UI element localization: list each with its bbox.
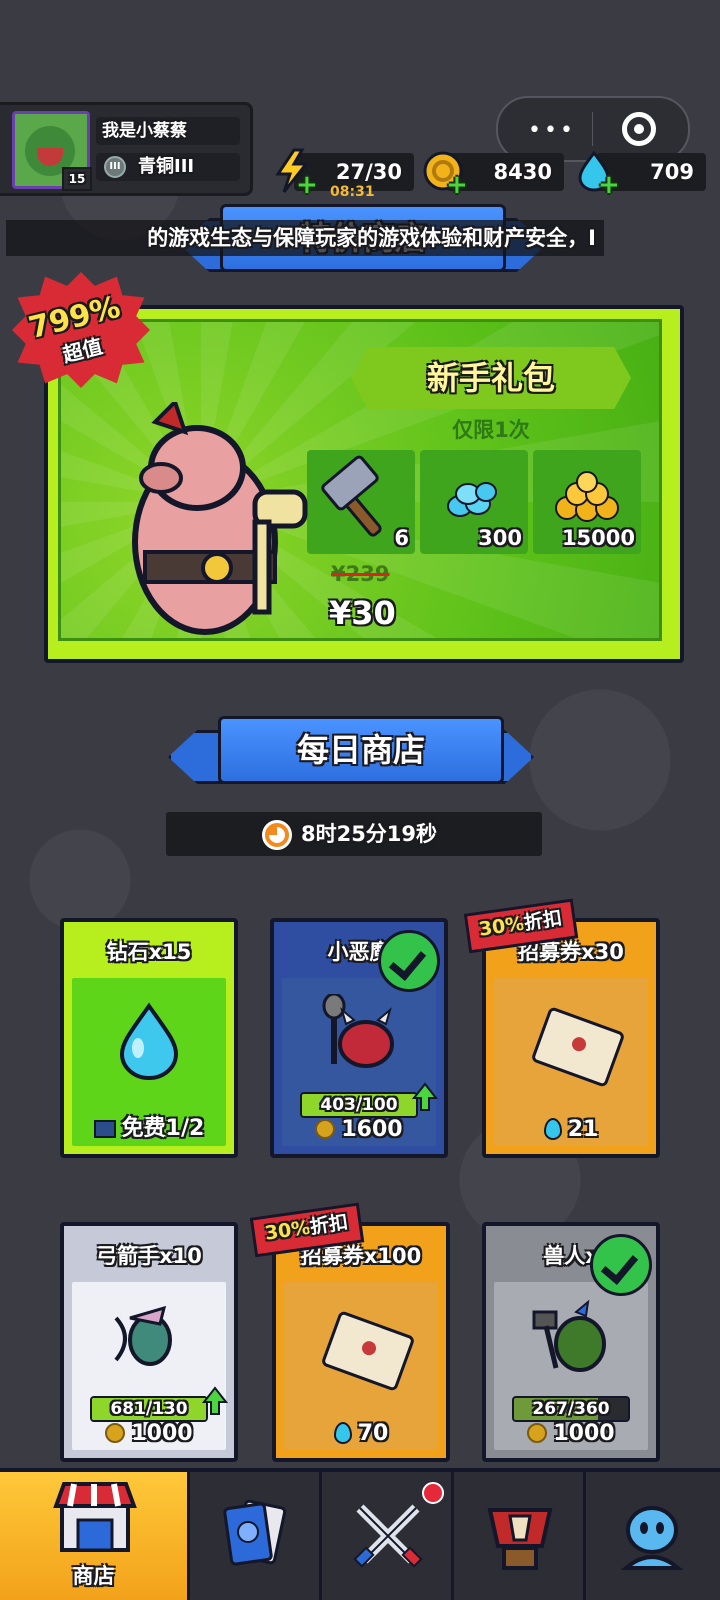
gems-value: 709	[650, 160, 694, 184]
owned-check-icon	[378, 930, 440, 992]
gem-icon	[119, 1002, 179, 1080]
discount-word: 折扣	[522, 907, 564, 935]
card-price[interactable]: 免费1/2	[64, 1110, 234, 1142]
shop-icon	[53, 1482, 137, 1552]
card-price[interactable]: 1000	[486, 1421, 656, 1446]
discount-percent: 30%	[477, 912, 526, 941]
card-title: 弓箭手x10	[96, 1244, 202, 1268]
pack-item-qty: 6	[394, 526, 409, 550]
cards-icon	[223, 1499, 287, 1566]
player-name: 我是小蔡蔡	[96, 117, 240, 145]
shop-card-archer[interactable]: 弓箭手x10 681/130 1000	[60, 1222, 238, 1462]
hero-progress-bar: 403/100	[300, 1092, 418, 1118]
more-menu-icon[interactable]: •••	[528, 118, 576, 143]
tab-social[interactable]	[586, 1472, 720, 1600]
gold-plus-icon[interactable]: +	[446, 170, 468, 200]
daily-shop-title: 每日商店	[218, 716, 504, 784]
tab-shop[interactable]: 商店	[0, 1472, 190, 1600]
pack-item-qty: 15000	[561, 526, 635, 550]
discount-percent: 30%	[263, 1216, 312, 1245]
social-icon	[620, 1506, 684, 1570]
daily-refresh-timer: 8时25分19秒	[166, 812, 542, 856]
coin-icon	[105, 1423, 126, 1443]
card-price[interactable]: 70	[276, 1421, 446, 1446]
energy-timer: 08:31	[330, 184, 375, 200]
gem-icon	[333, 1422, 352, 1444]
player-rank: III 青铜III	[96, 153, 240, 181]
owned-check-icon	[590, 1234, 652, 1296]
gold-value: 8430	[493, 160, 552, 184]
coin-icon	[315, 1119, 336, 1139]
player-rank-label: 青铜III	[138, 156, 195, 177]
shop-card-recruit-100[interactable]: 招募券x100 70	[272, 1222, 450, 1462]
bottom-nav: 商店	[0, 1468, 720, 1600]
announcement-marquee: 的游戏生态与保障玩家的游戏体验和财产安全，I	[6, 220, 604, 256]
card-price-label: 70	[357, 1421, 389, 1446]
player-profile[interactable]: 15 我是小蔡蔡 III 青铜III	[0, 102, 253, 196]
tab-cards[interactable]	[190, 1472, 322, 1600]
player-level: 15	[62, 167, 92, 191]
shop-card-imp[interactable]: 小恶魔 403/100 1600	[270, 918, 448, 1158]
card-price[interactable]: 1000	[64, 1421, 234, 1446]
pack-item-gold: 15000	[533, 450, 641, 554]
upgrade-arrow-icon	[202, 1386, 228, 1415]
hero-progress-bar: 267/360	[512, 1396, 630, 1422]
progress-text: 267/360	[532, 1399, 610, 1419]
coin-icon	[527, 1423, 548, 1443]
announcement-text: 的游戏生态与保障玩家的游戏体验和财产安全，I	[147, 226, 596, 250]
battle-swords-icon	[353, 1504, 423, 1568]
archer-hero-icon	[114, 1305, 172, 1366]
daily-shop-header: 每日商店	[168, 716, 548, 788]
tab-battle[interactable]	[322, 1472, 454, 1600]
shop-card-diamonds[interactable]: 钻石x15 免费1/2	[60, 918, 238, 1158]
pig-warrior-hero-icon	[132, 402, 308, 635]
video-icon	[93, 1120, 116, 1138]
shop-card-orc[interactable]: 兽人x 267/360 1000	[482, 1222, 660, 1462]
progress-text: 681/130	[110, 1399, 188, 1419]
energy-plus-icon[interactable]: +	[296, 170, 318, 200]
tab-trophy[interactable]	[454, 1472, 586, 1600]
starter-pack-limit: 仅限1次	[452, 418, 530, 442]
card-price-label: 1600	[341, 1117, 403, 1142]
trophy-icon	[487, 1508, 553, 1570]
pack-price: ¥30	[329, 594, 396, 632]
close-target-icon[interactable]	[622, 112, 656, 146]
clock-icon	[262, 820, 292, 850]
refresh-timer-text: 8时25分19秒	[300, 822, 438, 846]
notification-dot	[422, 1482, 444, 1504]
card-price-label: 1000	[131, 1421, 193, 1446]
gems-plus-icon[interactable]: +	[598, 170, 620, 200]
shop-card-recruit-30[interactable]: 招募券x30 21	[482, 918, 660, 1158]
card-title: 钻石x15	[106, 940, 192, 964]
progress-text: 403/100	[320, 1095, 398, 1115]
shield-icon: III	[104, 156, 126, 178]
discount-word: 折扣	[308, 1211, 350, 1239]
imp-hero-icon	[322, 994, 394, 1068]
gem-icon	[543, 1118, 562, 1140]
tab-shop-label: 商店	[72, 1564, 115, 1588]
card-price[interactable]: 1600	[274, 1117, 444, 1142]
card-price[interactable]: 21	[486, 1117, 656, 1142]
card-price-label: 1000	[553, 1421, 615, 1446]
orc-hero-icon	[532, 1299, 606, 1372]
hero-progress-bar: 681/130	[90, 1396, 208, 1422]
upgrade-arrow-icon	[412, 1082, 438, 1111]
energy-value: 27/30	[335, 160, 402, 184]
original-price: ¥239	[331, 562, 390, 586]
pack-item-hammer: 6	[307, 450, 415, 554]
pack-item-gems: 300	[420, 450, 528, 554]
card-price-label: 免费1/2	[121, 1116, 205, 1141]
pack-item-qty: 300	[478, 526, 522, 550]
starter-pack-title: 新手礼包	[351, 347, 631, 409]
card-price-label: 21	[567, 1117, 599, 1142]
